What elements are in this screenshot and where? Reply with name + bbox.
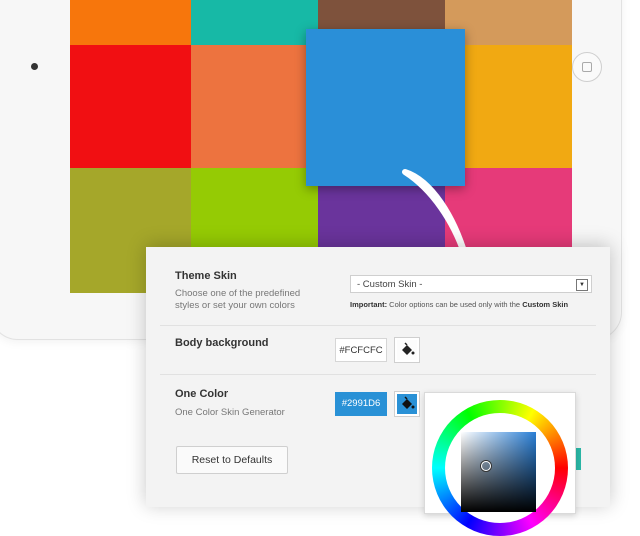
one-color-label: One Color [175,388,229,400]
swatch [70,0,191,45]
home-button-icon [572,52,602,82]
body-background-row: Body background #FCFCFC [160,326,596,375]
note-prefix: Important: [350,300,388,309]
teal-accent-tab [576,448,581,470]
paint-bucket-icon [397,340,417,360]
swatch [191,45,318,168]
dropdown-arrow-icon[interactable]: ▼ [576,279,588,291]
theme-skin-note: Important: Color options can be used onl… [350,300,568,309]
color-picker-popup[interactable] [424,392,576,536]
body-background-label: Body background [175,337,269,349]
theme-skin-description: Choose one of the predefined styles or s… [175,288,301,311]
paint-bucket-icon [397,394,417,414]
camera-icon [31,63,38,70]
body-background-hex-input[interactable]: #FCFCFC [335,338,387,362]
theme-skin-row: Theme Skin Choose one of the predefined … [160,257,596,326]
reset-defaults-button[interactable]: Reset to Defaults [176,446,288,474]
one-color-picker-button[interactable] [394,391,420,417]
note-highlight: Custom Skin [522,300,569,309]
swatch [70,45,191,168]
theme-skin-select[interactable]: - Custom Skin - ▼ [350,275,592,293]
one-color-hex-input[interactable]: #2991D6 [335,392,387,416]
note-text: Color options can be used only with the [387,300,523,309]
color-marker-handle[interactable] [481,461,491,471]
theme-skin-selected: - Custom Skin - [357,279,423,290]
body-background-picker-button[interactable] [394,337,420,363]
saturation-value-square[interactable] [461,432,536,512]
theme-skin-label: Theme Skin [175,270,237,282]
swatch [191,0,318,45]
